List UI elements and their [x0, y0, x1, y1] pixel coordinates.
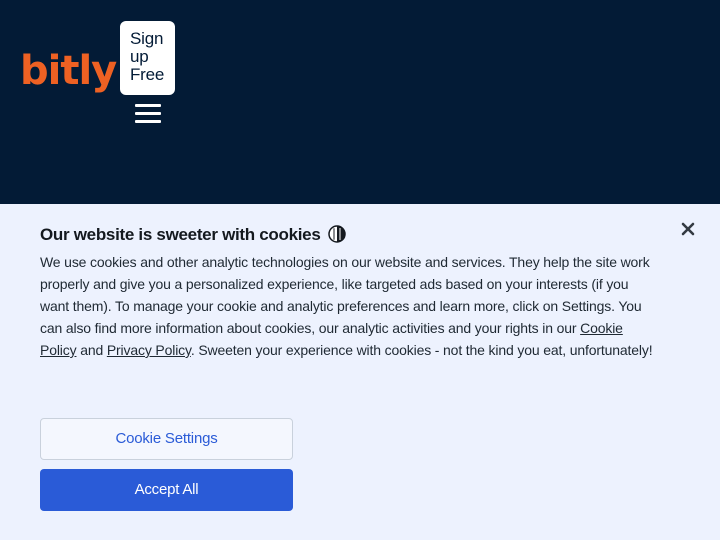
- bitly-logo[interactable]: bitly: [20, 38, 120, 108]
- menu-bar-bottom: [135, 120, 161, 123]
- site-header: bitly Sign up Free: [0, 0, 720, 204]
- description-text-part-3: . Sweeten your experience with cookies -…: [190, 342, 653, 358]
- menu-bar-top: [135, 104, 161, 107]
- sign-up-free-button[interactable]: Sign up Free: [120, 21, 175, 95]
- signup-line-3: Free: [130, 65, 165, 84]
- svg-text:bitly: bitly: [20, 48, 117, 94]
- cookie-icon: [328, 225, 346, 243]
- description-text-part-2: and: [76, 342, 107, 358]
- menu-bar-middle: [135, 112, 161, 115]
- accept-all-button[interactable]: Accept All: [40, 469, 293, 511]
- signup-line-2: up: [130, 47, 149, 66]
- cookie-banner-title: Our website is sweeter with cookies: [40, 225, 346, 245]
- cookie-banner-title-text: Our website is sweeter with cookies: [40, 225, 321, 244]
- cookie-settings-button[interactable]: Cookie Settings: [40, 418, 293, 460]
- signup-line-1: Sign: [130, 29, 164, 48]
- close-icon[interactable]: [678, 219, 698, 239]
- description-text-part-1: We use cookies and other analytic techno…: [40, 254, 650, 336]
- hamburger-menu-icon[interactable]: [135, 104, 161, 124]
- privacy-policy-link[interactable]: Privacy Policy: [107, 342, 191, 358]
- cookie-banner-description: We use cookies and other analytic techno…: [40, 251, 655, 361]
- bitly-logo-mark: bitly: [20, 48, 118, 94]
